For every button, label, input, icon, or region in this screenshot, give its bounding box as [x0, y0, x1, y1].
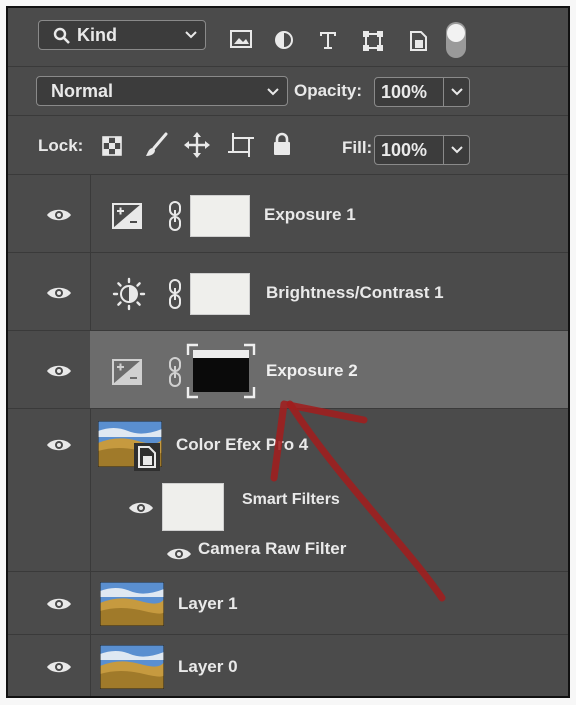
divider	[90, 253, 91, 330]
smart-object-badge-icon	[134, 443, 160, 471]
visibility-eye-icon[interactable]	[46, 207, 72, 223]
smart-filters-visibility-eye-icon[interactable]	[128, 500, 154, 516]
lock-transparent-pixels-icon[interactable]	[102, 136, 122, 156]
artboard-lock-icon[interactable]	[228, 133, 254, 157]
layer-name: Layer 1	[178, 594, 238, 613]
visibility-eye-icon[interactable]	[46, 437, 72, 453]
mask-link-icon[interactable]	[168, 201, 182, 231]
smart-filters-label: Smart Filters	[242, 491, 340, 508]
filter-bar: Kind	[8, 8, 568, 66]
chevron-down-icon	[267, 88, 279, 96]
visibility-eye-icon[interactable]	[46, 659, 72, 675]
exposure-adjustment-icon	[112, 203, 142, 229]
layer-name: Brightness/Contrast 1	[266, 283, 444, 302]
chevron-down-icon	[451, 88, 463, 96]
visibility-eye-icon[interactable]	[46, 596, 72, 612]
kind-filter-dropdown[interactable]: Kind	[38, 20, 206, 50]
brush-icon[interactable]	[144, 132, 168, 158]
blend-mode-dropdown[interactable]: Normal	[36, 76, 288, 106]
layer-row-brightness-contrast-1[interactable]: Brightness/Contrast 1	[8, 253, 568, 330]
selected-mask-frame[interactable]	[186, 343, 256, 399]
visibility-eye-icon[interactable]	[46, 363, 72, 379]
opacity-label: Opacity:	[294, 81, 363, 100]
divider	[90, 409, 91, 571]
layer-mask-thumbnail[interactable]	[190, 273, 250, 315]
visibility-eye-icon[interactable]	[46, 285, 72, 301]
fill-label: Fill:	[342, 138, 373, 157]
landscape-photo-thumbnail[interactable]	[100, 582, 164, 626]
kind-filter-label: Kind	[77, 25, 117, 45]
type-filter-icon[interactable]	[318, 30, 338, 50]
filter-toggle-switch[interactable]	[446, 22, 466, 58]
layers-panel: Kind Normal Opacity: 100% Lock: Fill: 10…	[6, 6, 570, 698]
blend-bar: Normal Opacity: 100%	[8, 67, 568, 115]
blend-mode-value: Normal	[51, 81, 114, 101]
toggle-knob	[447, 24, 465, 42]
shape-filter-icon[interactable]	[362, 30, 384, 52]
chevron-down-icon	[185, 31, 197, 39]
mask-link-icon[interactable]	[168, 279, 182, 309]
layer-name: Exposure 2	[266, 361, 358, 380]
landscape-photo-thumbnail[interactable]	[100, 645, 164, 689]
layer-name: Color Efex Pro 4	[176, 435, 309, 454]
layer-row-exposure-2[interactable]: Exposure 2	[8, 331, 568, 408]
search-icon	[53, 27, 70, 44]
lock-icon[interactable]	[272, 132, 292, 156]
brightness-contrast-icon	[112, 277, 146, 311]
layer-mask-thumbnail[interactable]	[190, 195, 250, 237]
layer-name: Layer 0	[178, 657, 238, 676]
smart-object-filter-icon[interactable]	[408, 30, 428, 52]
layer-row-layer-0[interactable]: Layer 0	[8, 635, 568, 696]
layer-row-exposure-1[interactable]: Exposure 1	[8, 175, 568, 252]
opacity-value: 100%	[381, 82, 428, 102]
chevron-down-icon	[451, 146, 463, 154]
filter-visibility-eye-icon[interactable]	[166, 546, 192, 562]
lock-label: Lock:	[38, 136, 84, 155]
fill-field[interactable]: 100%	[374, 135, 470, 165]
divider	[90, 572, 91, 634]
move-icon[interactable]	[184, 132, 210, 158]
fill-value: 100%	[381, 140, 428, 160]
layer-row-color-efex-pro-4[interactable]: Color Efex Pro 4 Smart Filters Camera Ra…	[8, 409, 568, 571]
camera-raw-filter-name[interactable]: Camera Raw Filter	[198, 539, 346, 559]
divider	[90, 175, 91, 252]
layer-name: Exposure 1	[264, 205, 356, 224]
mask-link-icon[interactable]	[168, 357, 182, 387]
opacity-field[interactable]: 100%	[374, 77, 470, 107]
lock-bar: Lock: Fill: 100%	[8, 116, 568, 174]
smart-filters-mask-thumbnail[interactable]	[162, 483, 224, 531]
image-filter-icon[interactable]	[230, 30, 252, 48]
divider	[90, 635, 91, 696]
exposure-adjustment-icon	[112, 359, 142, 385]
divider	[443, 136, 444, 164]
divider	[443, 78, 444, 106]
black-mask-thumbnail	[193, 350, 249, 392]
layer-row-layer-1[interactable]: Layer 1	[8, 572, 568, 634]
adjustment-filter-icon[interactable]	[274, 30, 294, 50]
